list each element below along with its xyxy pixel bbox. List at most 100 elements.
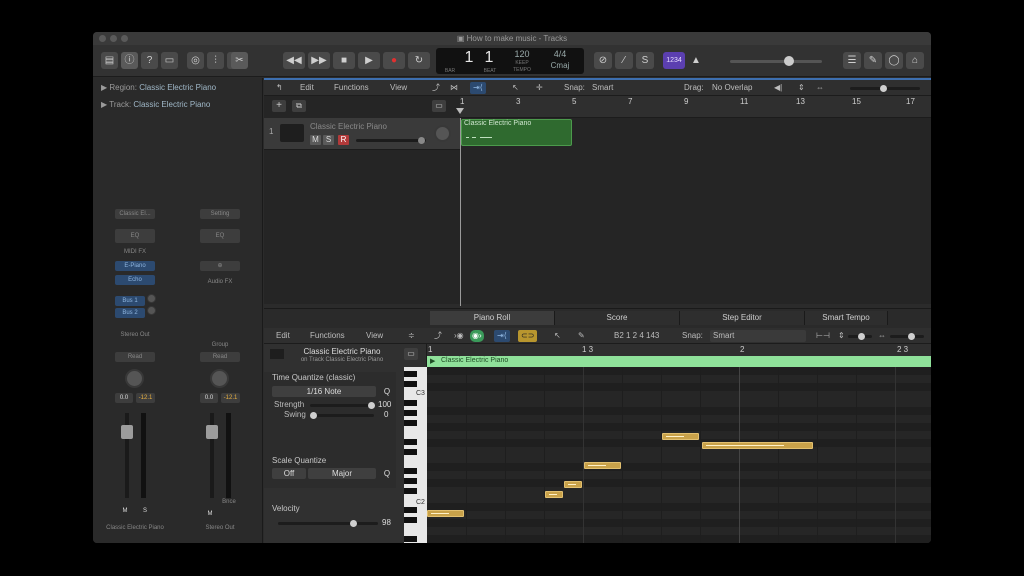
scale-quantize-root-select[interactable]: Off	[272, 468, 306, 479]
catch-icon[interactable]: ⇥⟨	[470, 82, 486, 94]
pointer-tool-icon[interactable]: ↖	[512, 82, 519, 94]
send-slot-bus2[interactable]: Bus 2	[115, 308, 145, 318]
tuner-icon[interactable]: ⁄	[615, 52, 633, 69]
tab-piano-roll[interactable]: Piano Roll	[430, 311, 555, 325]
track-mute-button[interactable]: M	[310, 135, 321, 145]
midi-note[interactable]	[427, 510, 464, 517]
track-volume-slider[interactable]	[356, 137, 426, 144]
tracks-view-menu[interactable]: View	[390, 82, 407, 94]
track-volume-thumb[interactable]	[418, 137, 425, 144]
velocity-slider[interactable]	[278, 520, 378, 527]
master-volume-slider[interactable]	[730, 56, 822, 66]
scissors-icon[interactable]: ✂	[231, 52, 248, 69]
global-tracks-icon[interactable]: ▭	[432, 100, 446, 112]
group-slot[interactable]: Group	[200, 340, 240, 350]
midi-out-icon[interactable]: ◉›	[470, 330, 484, 342]
tracks-edit-menu[interactable]: Edit	[300, 82, 314, 94]
fast-forward-icon[interactable]: ▶▶	[308, 52, 330, 69]
flex-icon[interactable]: ⋈	[450, 82, 458, 94]
strength-slider[interactable]	[310, 402, 375, 409]
record-icon[interactable]: ●	[383, 52, 405, 69]
nudge-left-icon[interactable]: ◀|	[774, 82, 782, 94]
eq-slot[interactable]: EQ	[115, 229, 155, 243]
metronome-icon[interactable]: ▲	[688, 52, 704, 69]
midi-in-icon[interactable]: ›◉	[454, 330, 464, 342]
pr-horizontal-zoom-slider[interactable]	[890, 333, 924, 340]
plugin-slot-echo[interactable]: Echo	[115, 275, 155, 285]
inspector-icon[interactable]: ⓘ	[121, 52, 138, 69]
track-name[interactable]: Classic Electric Piano	[310, 122, 387, 131]
pr-view-menu[interactable]: View	[366, 330, 383, 342]
track-header[interactable]: 1 Classic Electric Piano M S R	[264, 118, 460, 150]
solo-icon[interactable]: S	[636, 52, 654, 69]
swing-slider[interactable]	[310, 412, 374, 419]
send1-knob[interactable]	[147, 294, 156, 303]
setting-slot-output[interactable]: Setting	[200, 209, 240, 219]
minimize-window-button[interactable]	[110, 35, 117, 42]
piano-roll-grid[interactable]	[427, 367, 931, 543]
strength-thumb[interactable]	[368, 402, 375, 409]
automation-mode[interactable]: Read	[115, 352, 155, 362]
play-icon[interactable]: ▶	[358, 52, 380, 69]
smart-controls-icon[interactable]: ◎	[187, 52, 204, 69]
send2-knob[interactable]	[147, 306, 156, 315]
library-icon[interactable]: ▤	[101, 52, 118, 69]
time-quantize-select[interactable]: 1/16 Note	[272, 386, 376, 397]
midi-fx-slot[interactable]: MIDI FX	[115, 247, 155, 257]
pointer-tool-icon-pr[interactable]: ↖	[554, 330, 561, 342]
tracks-drag-select[interactable]: No Overlap	[712, 82, 752, 94]
browser-icon[interactable]: ⌂	[906, 52, 924, 69]
tracks-zoom-thumb[interactable]	[880, 85, 887, 92]
balance-knob[interactable]	[210, 369, 229, 388]
master-volume-thumb[interactable]	[784, 56, 794, 66]
midi-note[interactable]	[662, 433, 699, 440]
pr-region-settings-icon[interactable]: ▭	[404, 348, 418, 360]
midi-note[interactable]	[702, 442, 813, 449]
midi-note[interactable]	[564, 481, 582, 488]
mute-button-output[interactable]: M	[203, 509, 217, 519]
duplicate-track-icon[interactable]: ⧉	[292, 100, 306, 112]
midi-region[interactable]: Classic Electric Piano	[461, 119, 572, 146]
close-window-button[interactable]	[99, 35, 106, 42]
tab-step-editor[interactable]: Step Editor	[680, 311, 805, 325]
zoom-window-button[interactable]	[121, 35, 128, 42]
tracks-snap-select[interactable]: Smart	[592, 82, 613, 94]
pencil-tool-icon[interactable]: ✎	[578, 330, 585, 342]
pr-horizontal-zoom-icon[interactable]: ⇔	[878, 330, 886, 342]
track-solo-button[interactable]: S	[323, 135, 334, 145]
automation-icon[interactable]: ⤴	[432, 82, 440, 94]
track-inspector-header[interactable]: ▶ Track: Classic Electric Piano	[101, 99, 210, 111]
mixer-icon[interactable]: ⫶	[207, 52, 224, 69]
playhead-icon[interactable]	[456, 108, 464, 114]
collapse-icon[interactable]: ≑	[408, 330, 415, 342]
link-icon[interactable]: ⊕	[200, 261, 240, 271]
tab-smart-tempo[interactable]: Smart Tempo	[805, 311, 888, 325]
output-slot[interactable]: Stereo Out	[115, 330, 155, 340]
pr-vertical-zoom-thumb[interactable]	[858, 333, 865, 340]
volume-fader-cap[interactable]	[121, 425, 133, 439]
setting-slot[interactable]: Classic El...	[115, 209, 155, 219]
link-icon-pr[interactable]: ⊂⊃	[518, 330, 538, 342]
tracks-zoom-slider[interactable]	[850, 85, 920, 92]
mute-button[interactable]: M	[118, 506, 132, 516]
catch-icon-pr[interactable]: ⇥⟨	[494, 330, 510, 342]
track-record-button[interactable]: R	[338, 135, 349, 145]
pr-functions-menu[interactable]: Functions	[310, 330, 345, 342]
list-editors-icon[interactable]: ☰	[843, 52, 861, 69]
pr-edit-menu[interactable]: Edit	[276, 330, 290, 342]
pan-knob[interactable]	[125, 369, 144, 388]
stop-icon[interactable]: ■	[333, 52, 355, 69]
horizontal-zoom-icon[interactable]: ⇔	[816, 82, 824, 94]
time-quantize-q-button[interactable]: Q	[380, 386, 394, 397]
pr-horizontal-zoom-thumb[interactable]	[908, 333, 915, 340]
quick-help-icon[interactable]: ?	[141, 52, 158, 69]
add-track-button[interactable]: +	[272, 100, 286, 112]
swing-thumb[interactable]	[310, 412, 317, 419]
scale-quantize-scale-select[interactable]: Major	[308, 468, 376, 479]
plugin-slot-epiano[interactable]: E-Piano	[115, 261, 155, 271]
piano-roll-region-bar[interactable]: ▶ Classic Electric Piano	[427, 356, 931, 367]
midi-note[interactable]	[584, 462, 621, 469]
bounce-button[interactable]: Bnce	[218, 497, 240, 507]
pr-vertical-zoom-slider[interactable]	[848, 333, 872, 340]
secondary-tool-icon[interactable]: ✛	[536, 82, 543, 94]
